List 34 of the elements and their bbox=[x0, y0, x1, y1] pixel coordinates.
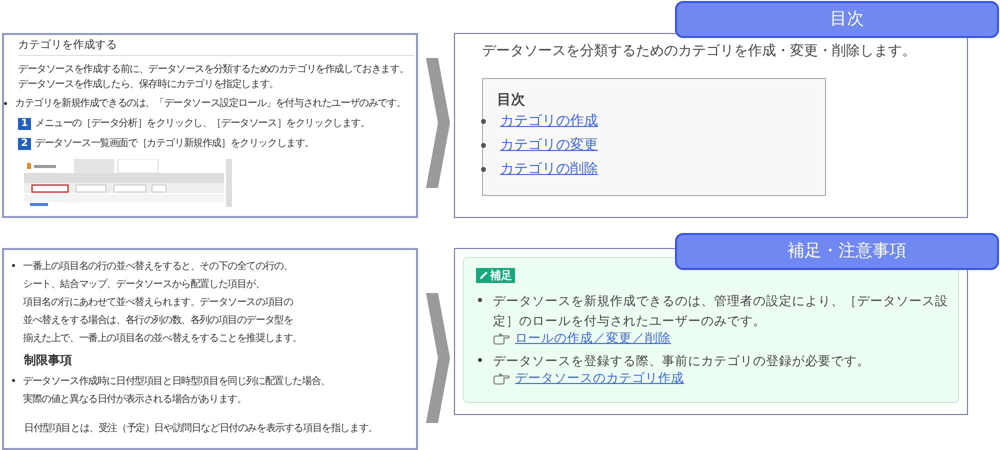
supplement-text: データソースを登録する際、事前にカテゴリの登録が必要です。 bbox=[493, 353, 870, 368]
step-number: 1 bbox=[18, 118, 31, 130]
note-paragraph: 一番上の項目名の行の並べ替えをすると、その下の全ての行の、 シート、結合マップ、データソースから配置した項目が、 項目名の行にあわせて並べ替えられます。データソースの項目の 並べ替えをする場合は、各行の列の数、各列の項目のデータ型を 揃えた上で、一番上の項目名の並べ替えをすることを推奨します。 bbox=[23, 260, 302, 346]
step-text: データソース一覧画面で［カテゴリ新規作成］をクリックします。 bbox=[35, 136, 314, 151]
bullet-icon bbox=[481, 118, 486, 124]
page-heading: カテゴリを作成する bbox=[18, 37, 414, 56]
section-label: 目次 bbox=[675, 1, 999, 38]
supplement-text: データソースを新規作成できるのは、管理者の設定により、［データソース設 定］のロールを付与されたユーザーのみです。 bbox=[493, 293, 948, 328]
bullet-icon bbox=[481, 166, 486, 172]
toc-link[interactable]: カテゴリの変更 bbox=[500, 136, 598, 154]
note-paragraph: データソース作成時に日付型項目と日時型項目を同じ列に配置した場合、 実際の値と異なる日付が表示される場合があります。 bbox=[23, 374, 330, 407]
bullet-icon bbox=[12, 379, 15, 382]
section-heading: 制限事項 bbox=[24, 352, 73, 369]
pencil-icon bbox=[479, 270, 489, 280]
help-link[interactable]: データソースのカテゴリ作成 bbox=[515, 370, 684, 387]
toc-link[interactable]: カテゴリの削除 bbox=[500, 160, 598, 178]
toc-title: 目次 bbox=[497, 91, 526, 109]
bullet-icon bbox=[478, 298, 482, 302]
bullet-icon bbox=[4, 102, 7, 105]
note-text: 日付型項目とは、受注（予定）日や訪問日など日付のみを表示する項目を指します。 bbox=[24, 422, 378, 436]
intro-paragraph: データソースを作成する前に、データソースを分類するためのカテゴリを作成しておきます。 データソースを作成したら、保存時にカテゴリを指定します。 bbox=[18, 62, 410, 92]
supplement-tag: 補足 bbox=[476, 268, 515, 282]
section-label: 補足・注意事項 bbox=[675, 233, 999, 270]
step-number: 2 bbox=[18, 138, 31, 150]
step-text: メニューの［データ分析］をクリックし、［データソース］をクリックします。 bbox=[35, 116, 370, 131]
bullet-icon bbox=[478, 358, 482, 362]
description-text: データソースを分類するためのカテゴリを作成・変更・削除します。 bbox=[482, 42, 917, 60]
toc-link[interactable]: カテゴリの作成 bbox=[500, 112, 598, 130]
bullet-icon bbox=[12, 264, 15, 267]
pointing-hand-icon bbox=[493, 372, 510, 384]
help-link[interactable]: ロールの作成／変更／削除 bbox=[515, 330, 671, 347]
note-text: カテゴリを新規作成できるのは、「データソース設定ロール」を付与されたユーザのみです。 bbox=[15, 96, 406, 111]
bullet-icon bbox=[481, 142, 486, 148]
pointing-hand-icon bbox=[493, 332, 510, 344]
